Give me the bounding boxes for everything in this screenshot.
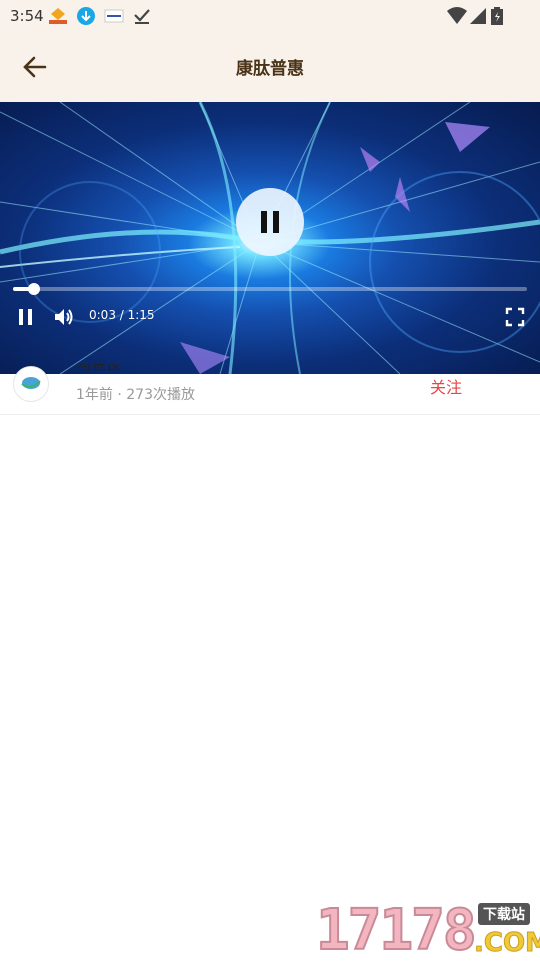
progress-thumb[interactable]: [27, 283, 40, 295]
status-bar: 3:54: [0, 0, 540, 32]
channel-name[interactable]: 马金良: [76, 364, 121, 374]
wifi-icon: [447, 7, 467, 24]
video-info-row: 马金良 1年前 · 273次播放 关注: [0, 364, 540, 415]
channel-name-text: 马金良: [76, 364, 122, 373]
watermark-badge: 下载站: [478, 903, 530, 925]
check-icon: [134, 9, 150, 24]
avatar[interactable]: [13, 366, 49, 402]
video-time: 0:03 / 1:15: [89, 308, 155, 322]
watermark-suffix: .COM: [474, 928, 540, 959]
app-logo-icon: [49, 8, 67, 24]
center-pause-button[interactable]: [236, 188, 304, 256]
channel-logo-icon: [21, 377, 41, 389]
page-title: 康肽普惠: [236, 59, 304, 79]
follow-button[interactable]: 关注: [430, 374, 462, 398]
pause-icon[interactable]: [16, 307, 36, 327]
news-icon: [104, 9, 124, 23]
video-meta: 1年前 · 273次播放: [76, 387, 195, 403]
progress-bar[interactable]: [13, 283, 527, 295]
watermark-digits: 17178: [315, 897, 478, 963]
app-bar: 康肽普惠: [0, 32, 540, 102]
video-player[interactable]: 0:03 / 1:15: [0, 102, 540, 374]
pause-icon-bar-left: [261, 211, 267, 233]
signal-icon: [470, 8, 486, 24]
volume-icon[interactable]: [52, 305, 76, 329]
fullscreen-icon[interactable]: [505, 307, 525, 327]
watermark-logo: 17178 下载站 .COM: [315, 897, 540, 963]
status-time: 3:54: [10, 7, 44, 25]
download-icon: [77, 7, 95, 25]
pause-icon-bar-right: [273, 211, 279, 233]
battery-icon: [491, 7, 503, 25]
